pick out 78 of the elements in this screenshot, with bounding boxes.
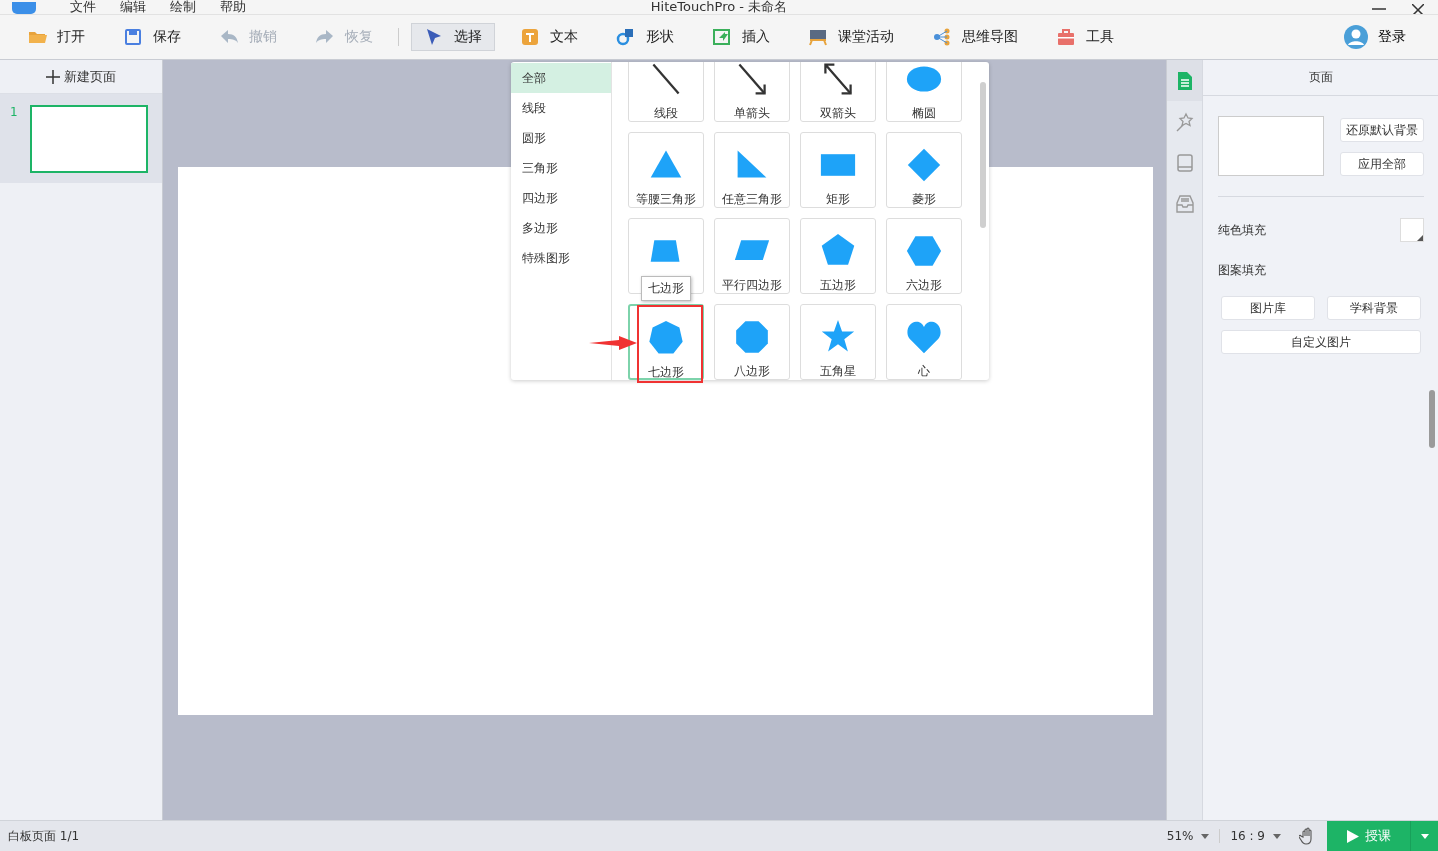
page-thumbnail[interactable] [29, 105, 148, 173]
mindmap-icon [932, 27, 952, 47]
shape-tile[interactable]: 单箭头 [714, 62, 790, 122]
category-item[interactable]: 四边形 [511, 183, 611, 213]
shape-tile[interactable]: 任意三角形 [714, 132, 790, 208]
apply-all-button[interactable]: 应用全部 [1340, 152, 1424, 176]
menu-item[interactable]: 文件 [58, 0, 108, 14]
floppy-icon [123, 27, 143, 47]
toolbar-button[interactable]: 课堂活动 [795, 23, 907, 51]
text-icon [520, 27, 540, 47]
category-item[interactable]: 圆形 [511, 123, 611, 153]
shape-tile[interactable]: 等腰三角形 [628, 132, 704, 208]
toolbar-button[interactable]: 思维导图 [919, 23, 1031, 51]
toolbar-button[interactable]: 工具 [1043, 23, 1127, 51]
category-item[interactable]: 多边形 [511, 213, 611, 243]
toolbar-button[interactable]: 插入 [699, 23, 783, 51]
board-icon [808, 27, 828, 47]
avatar-icon [1344, 25, 1368, 49]
login-button[interactable]: 登录 [1338, 24, 1412, 50]
solid-fill-label: 纯色填充 [1218, 221, 1266, 239]
aspect-dropdown[interactable]: 16 : 9 [1219, 829, 1291, 843]
toolbar-button[interactable]: 保存 [110, 23, 194, 51]
menu-item[interactable]: 绘制 [158, 0, 208, 14]
play-icon [1346, 829, 1359, 843]
heart-icon [906, 319, 942, 355]
shape-tile[interactable]: 菱形 [886, 132, 962, 208]
close-icon[interactable] [1412, 4, 1424, 14]
pattern-button[interactable]: 学科背景 [1327, 296, 1421, 320]
caret-icon [1273, 833, 1281, 839]
shape-tile[interactable]: 八边形 [714, 304, 790, 380]
tray-icon [1174, 193, 1195, 214]
scrollbar-thumb[interactable] [980, 82, 986, 228]
pattern-fill-label: 图案填充 [1218, 262, 1267, 279]
app-logo [12, 2, 36, 14]
shapes-icon [616, 27, 636, 47]
pattern-button[interactable]: 图片库 [1221, 296, 1315, 320]
tooltip: 七边形 [641, 276, 691, 301]
menu-item[interactable]: 编辑 [108, 0, 158, 14]
hexagon-icon [906, 233, 942, 269]
insert-icon [712, 27, 732, 47]
plus-icon [46, 69, 60, 84]
shape-tile[interactable]: 椭圆 [886, 62, 962, 122]
category-item[interactable]: 三角形 [511, 153, 611, 183]
shape-tile[interactable]: 平行四边形 [714, 218, 790, 294]
page-number: 1 [10, 105, 18, 119]
category-item[interactable]: 线段 [511, 93, 611, 123]
side-tab[interactable] [1167, 60, 1202, 101]
category-item[interactable]: 特殊图形 [511, 243, 611, 273]
toolbox-icon [1056, 27, 1076, 47]
wand-icon [1174, 111, 1195, 132]
scrollbar-thumb[interactable] [1429, 390, 1435, 448]
window-title: HiteTouchPro - 未命名 [650, 0, 788, 14]
caret-icon [1201, 833, 1210, 839]
toolbar-button[interactable]: 文本 [507, 23, 591, 51]
page-status: 白板页面 1/1 [8, 827, 80, 845]
heptagon-icon [648, 320, 684, 356]
diamond-icon [906, 147, 942, 183]
category-item[interactable]: 全部 [511, 63, 611, 93]
shape-tile[interactable]: 五角星 [800, 304, 876, 380]
zoom-dropdown[interactable]: 51% [1156, 829, 1220, 843]
octagon-icon [734, 319, 770, 355]
shape-tile[interactable]: 矩形 [800, 132, 876, 208]
book-icon [1174, 152, 1195, 173]
color-swatch[interactable] [1400, 218, 1424, 242]
toolbar-button[interactable]: 形状 [603, 23, 687, 51]
shape-tile[interactable]: 心 [886, 304, 962, 380]
shape-tile[interactable]: 双箭头 [800, 62, 876, 122]
restore-background-button[interactable]: 还原默认背景 [1340, 118, 1424, 142]
shape-tile[interactable]: 线段 [628, 62, 704, 122]
toolbar-button[interactable]: 打开 [14, 23, 98, 51]
panel-title: 页面 [1308, 69, 1333, 86]
shape-tile[interactable]: 七边形 [628, 304, 704, 380]
custom-image-button[interactable]: 自定义图片 [1221, 330, 1421, 354]
caret-icon [1420, 833, 1429, 839]
toolbar-button[interactable]: 选择 [411, 23, 495, 51]
menu-item[interactable]: 帮助 [208, 0, 258, 14]
shape-tile[interactable]: 六边形 [886, 218, 962, 294]
shape-tile[interactable]: 五边形 [800, 218, 876, 294]
